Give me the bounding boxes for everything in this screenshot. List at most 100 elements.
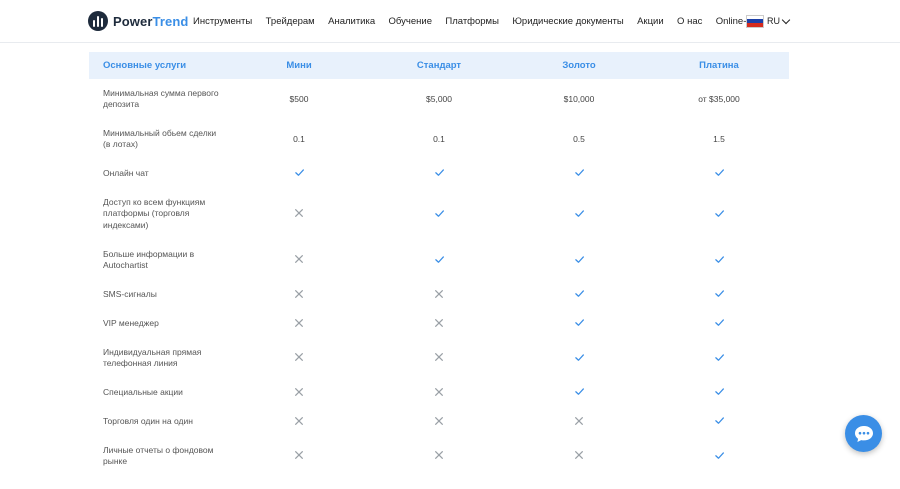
cross-icon xyxy=(509,407,649,436)
logo-bars-icon xyxy=(88,11,108,31)
nav-item-8[interactable]: О нас xyxy=(677,16,702,27)
table-header-row: Основные услуги Мини Стандарт Золото Платина xyxy=(89,52,789,79)
plan-value-text: $500 xyxy=(289,94,309,104)
plan-value: от $35,000 xyxy=(649,79,789,119)
column-header-plan-1: Мини xyxy=(229,52,369,79)
check-icon xyxy=(649,240,789,280)
table-row: Минимальный обьем сделки (в лотах) 0.1 0.1… xyxy=(89,119,789,159)
nav-item-3[interactable]: Аналитика xyxy=(328,16,375,27)
row-label: Индивидуальная прямая телефонная линия xyxy=(103,346,202,369)
row-label: Онлайн чат xyxy=(103,167,149,178)
check-icon xyxy=(369,188,509,240)
row-label: Доступ ко всем функциям платформы (торго… xyxy=(103,196,206,230)
nav-item-1[interactable]: Инструменты xyxy=(193,16,252,27)
nav-item-5[interactable]: Платформы xyxy=(445,16,499,27)
chat-bubble-icon xyxy=(854,425,873,442)
cross-icon xyxy=(229,436,369,476)
cross-icon xyxy=(229,309,369,338)
table-row: Специальные акции xyxy=(89,378,789,407)
column-header-plan-4: Платина xyxy=(649,52,789,79)
cross-icon xyxy=(369,378,509,407)
logo[interactable]: PowerTrend xyxy=(88,10,188,32)
plan-value: 0.1 xyxy=(369,119,509,159)
plan-value: 0.1 xyxy=(229,119,369,159)
check-icon xyxy=(369,159,509,188)
chevron-down-icon xyxy=(781,15,791,24)
cross-icon xyxy=(229,407,369,436)
plan-value: $10,000 xyxy=(509,79,649,119)
plans-comparison-table: Основные услуги Мини Стандарт Золото Платина… xyxy=(89,52,789,476)
check-icon xyxy=(509,240,649,280)
nav-item-4[interactable]: Обучение xyxy=(389,16,432,27)
check-icon xyxy=(509,338,649,378)
plan-value-text: 0.5 xyxy=(573,134,585,144)
main-nav: Инструменты Трейдерам Аналитика Обучение Пла… xyxy=(193,0,772,42)
check-icon xyxy=(649,309,789,338)
table-row: VIP менеджер xyxy=(89,309,789,338)
plan-value-text: $5,000 xyxy=(426,94,452,104)
column-header-plan-2: Стандарт xyxy=(369,52,509,79)
plan-value: 1.5 xyxy=(649,119,789,159)
cross-icon xyxy=(369,436,509,476)
check-icon xyxy=(369,240,509,280)
check-icon xyxy=(509,188,649,240)
plan-value: $500 xyxy=(229,79,369,119)
check-icon xyxy=(649,436,789,476)
check-icon xyxy=(649,280,789,309)
cross-icon xyxy=(229,188,369,240)
cross-icon xyxy=(229,240,369,280)
nav-item-6[interactable]: Юридические документы xyxy=(512,16,623,27)
language-code: RU xyxy=(767,16,780,26)
check-icon xyxy=(229,159,369,188)
cross-icon xyxy=(369,338,509,378)
language-selector[interactable]: RU xyxy=(746,14,791,28)
plan-value-text: 0.1 xyxy=(433,134,445,144)
plan-value-text: 0.1 xyxy=(293,134,305,144)
plan-value: $5,000 xyxy=(369,79,509,119)
site-header: PowerTrend Инструменты Трейдерам Аналитика… xyxy=(0,0,900,43)
cross-icon xyxy=(509,436,649,476)
check-icon xyxy=(649,338,789,378)
table-row: Онлайн чат xyxy=(89,159,789,188)
cross-icon xyxy=(229,378,369,407)
check-icon xyxy=(649,378,789,407)
table-row: Личные отчеты о фондовом рынке xyxy=(89,436,789,476)
table-row: Минимальная сумма первого депозита $500 $5… xyxy=(89,79,789,119)
row-label: Больше информации в Autochartist xyxy=(103,248,195,271)
table-row: Торговля один на один xyxy=(89,407,789,436)
column-header-services: Основные услуги xyxy=(89,52,229,79)
column-header-plan-3: Золото xyxy=(509,52,649,79)
nav-item-7[interactable]: Акции xyxy=(637,16,664,27)
plan-value: 0.5 xyxy=(509,119,649,159)
row-label: Личные отчеты о фондовом рынке xyxy=(103,444,214,467)
plan-value-text: от $35,000 xyxy=(698,94,740,104)
cross-icon xyxy=(369,407,509,436)
cross-icon xyxy=(369,309,509,338)
russia-flag-icon xyxy=(746,14,764,28)
table-row: Доступ ко всем функциям платформы (торго… xyxy=(89,188,789,240)
check-icon xyxy=(509,280,649,309)
check-icon xyxy=(649,159,789,188)
row-label: Минимальный обьем сделки (в лотах) xyxy=(103,127,217,150)
row-label: Специальные акции xyxy=(103,386,183,397)
cross-icon xyxy=(229,338,369,378)
table-row: Больше информации в Autochartist xyxy=(89,240,789,280)
logo-text: PowerTrend xyxy=(113,13,189,29)
row-label: SMS-сигналы xyxy=(103,288,157,299)
check-icon xyxy=(509,378,649,407)
check-icon xyxy=(509,309,649,338)
table-row: SMS-сигналы xyxy=(89,280,789,309)
cross-icon xyxy=(229,280,369,309)
check-icon xyxy=(649,188,789,240)
row-label: Торговля один на один xyxy=(103,415,193,426)
plan-value-text: 1.5 xyxy=(713,134,725,144)
row-label: Минимальная сумма первого депозита xyxy=(103,87,219,110)
check-icon xyxy=(649,407,789,436)
plan-value-text: $10,000 xyxy=(563,94,595,104)
check-icon xyxy=(509,159,649,188)
row-label: VIP менеджер xyxy=(103,317,159,328)
chat-button[interactable] xyxy=(845,415,882,452)
table-row: Индивидуальная прямая телефонная линия xyxy=(89,338,789,378)
cross-icon xyxy=(369,280,509,309)
nav-item-2[interactable]: Трейдерам xyxy=(266,16,315,27)
